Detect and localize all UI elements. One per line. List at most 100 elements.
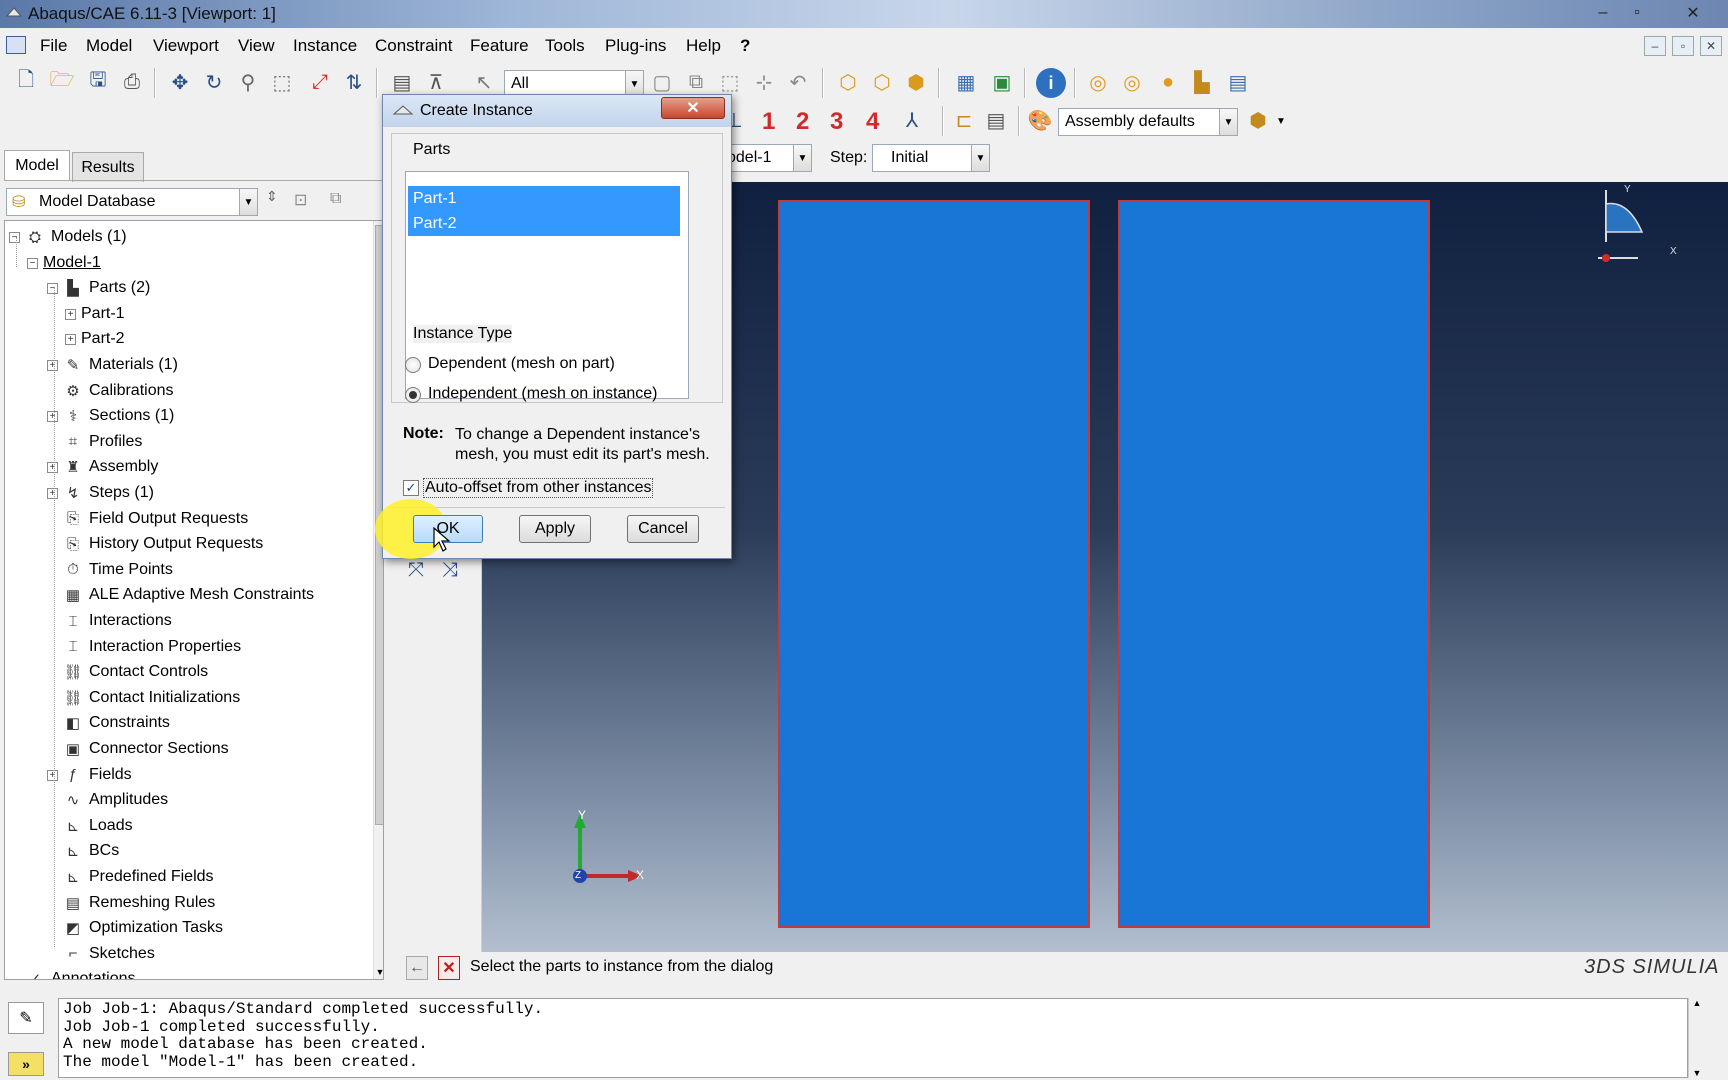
tree-item[interactable]: ✎ Materials (1) — [63, 353, 178, 377]
tree-item[interactable]: ⊾ Predefined Fields — [63, 865, 214, 889]
apply-button[interactable]: Apply — [519, 515, 591, 543]
chevron-down-icon[interactable]: ▼ — [971, 145, 989, 171]
radio-independent-label[interactable]: Independent (mesh on instance) — [428, 385, 657, 403]
tree-item[interactable]: ▦ ALE Adaptive Mesh Constraints — [63, 583, 314, 607]
dialog-close-button[interactable]: ✕ — [661, 97, 725, 119]
tree-item[interactable]: ⎘ Field Output Requests — [63, 507, 248, 531]
tree-item[interactable]: ↯ Steps (1) — [63, 481, 154, 505]
tree-item[interactable]: ⛓ Contact Controls — [63, 660, 208, 684]
menu-constraint[interactable]: Constraint — [375, 36, 452, 56]
expand-icon[interactable]: + — [47, 769, 58, 781]
expand-icon[interactable]: + — [47, 488, 58, 499]
info-icon[interactable]: i — [1036, 68, 1066, 98]
chevron-down-icon[interactable]: ▼ — [793, 145, 811, 171]
tab-model[interactable]: Model — [4, 150, 70, 180]
mdi-restore-button[interactable]: ▫ — [1672, 36, 1694, 56]
display-group-fill-icon[interactable]: ● — [1154, 68, 1182, 96]
menu-help[interactable]: Help — [686, 36, 721, 56]
menu-file[interactable]: File — [40, 36, 67, 56]
cancel-button[interactable]: Cancel — [627, 515, 699, 543]
tree-item[interactable]: ⊾ Loads — [63, 814, 133, 838]
menu-viewport[interactable]: Viewport — [153, 36, 219, 56]
tree-item[interactable]: ⌗ Profiles — [63, 430, 143, 454]
tree-item[interactable]: ⌐ Sketches — [63, 942, 155, 966]
step-select[interactable]: Initial ▼ — [872, 144, 990, 172]
tree-item[interactable]: ▤ Remeshing Rules — [63, 891, 215, 915]
attach-icon[interactable]: ⊏ — [950, 106, 978, 134]
maximize-button[interactable]: ▫ — [1622, 2, 1652, 24]
tree-item[interactable]: ✓ Annotations — [25, 967, 136, 979]
tree-item[interactable]: ⌶ Interaction Properties — [63, 635, 241, 659]
view-triad-icon[interactable]: ⅄ — [898, 106, 926, 134]
close-window-button[interactable]: ✕ — [1676, 2, 1710, 24]
part-2-instance[interactable] — [1118, 200, 1430, 928]
scroll-down-icon[interactable]: ▼ — [1689, 1068, 1705, 1078]
tree-item[interactable]: ▙ Parts (2) — [63, 276, 150, 300]
hidden-lines-icon[interactable]: ⬡ — [868, 68, 896, 96]
color-palette-icon[interactable]: 🎨 — [1026, 106, 1054, 134]
display-group-tree-icon[interactable]: ▙ — [1188, 68, 1216, 96]
rotate-instance-icon[interactable]: ⤨ — [436, 556, 464, 584]
expand-icon[interactable]: + — [65, 334, 76, 346]
tree-item[interactable]: ⎘ History Output Requests — [63, 532, 263, 556]
tree-item[interactable]: ⚙ Calibrations — [63, 379, 173, 403]
render-number-4[interactable]: 4 — [866, 108, 879, 136]
save-icon[interactable]: 🖫 — [84, 68, 112, 96]
menu-plugins[interactable]: Plug-ins — [605, 36, 666, 56]
tree-item[interactable]: ◩ Optimization Tasks — [63, 916, 223, 940]
tree-item[interactable]: Part-1 — [81, 302, 125, 326]
drag-shape-icon[interactable]: ⬚ — [716, 68, 744, 96]
parts-list-scrollbar[interactable] — [697, 171, 711, 399]
part-1-instance[interactable] — [778, 200, 1090, 928]
radio-dependent-label[interactable]: Dependent (mesh on part) — [428, 355, 615, 373]
message-area-icon[interactable]: ✎ — [8, 1002, 44, 1034]
menu-view[interactable]: View — [238, 36, 275, 56]
chevron-down-icon[interactable]: ▼ — [1219, 109, 1237, 135]
color-options-icon[interactable]: ⬢ — [1244, 106, 1272, 134]
chevron-down-icon[interactable]: ▼ — [239, 189, 257, 215]
part-list-item-2[interactable]: Part-2 — [408, 211, 680, 236]
cycle-views-icon[interactable]: ⇅ — [340, 68, 368, 96]
menu-feature[interactable]: Feature — [470, 36, 529, 56]
scroll-down-icon[interactable]: ▼ — [374, 967, 383, 977]
tree-item[interactable]: ⛓ Contact Initializations — [63, 686, 240, 710]
color-code-select[interactable]: Assembly defaults ▼ — [1058, 108, 1238, 136]
expand-icon[interactable]: + — [47, 360, 58, 371]
tree-item[interactable]: ⏱ Time Points — [63, 558, 173, 582]
expand-icon[interactable]: + — [47, 411, 58, 423]
display-group-manager-icon[interactable]: ▤ — [1224, 68, 1252, 96]
new-file-icon[interactable]: 🗋 — [12, 68, 40, 96]
render-number-3[interactable]: 3 — [830, 108, 843, 136]
menu-instance[interactable]: Instance — [293, 36, 357, 56]
pan-icon[interactable]: ✥ — [166, 68, 194, 96]
datum-display-icon[interactable]: ⊹ — [750, 68, 778, 96]
undo-icon[interactable]: ↶ — [784, 68, 812, 96]
display-group-union-icon[interactable]: ◎ — [1084, 68, 1112, 96]
tree-item[interactable]: ⊾ BCs — [63, 839, 120, 863]
scroll-up-icon[interactable]: ▲ — [1689, 998, 1705, 1008]
tree-item[interactable]: ⚕ Sections (1) — [63, 404, 174, 428]
back-arrow-icon[interactable]: ← — [406, 956, 428, 980]
message-scrollbar[interactable]: ▲ ▼ — [1688, 998, 1704, 1078]
tree-item[interactable]: ∿ Amplitudes — [63, 788, 168, 812]
mesh-display-icon[interactable]: ▦ — [952, 68, 980, 96]
command-line-icon[interactable]: » — [8, 1052, 44, 1076]
tree-item[interactable]: ♜ Assembly — [63, 455, 158, 479]
tree-filter-icon[interactable]: ⧉ — [330, 190, 341, 208]
translate-instance-icon[interactable]: ⤧ — [402, 556, 430, 584]
print-icon[interactable]: ⎙ — [118, 68, 146, 96]
collapse-icon[interactable]: − — [47, 283, 58, 295]
shaded-icon[interactable]: ⬢ — [902, 68, 930, 96]
open-folder-icon[interactable]: 🗁 — [48, 68, 76, 96]
dialog-title-bar[interactable]: Create Instance ✕ — [383, 95, 731, 127]
mdi-close-button[interactable]: ✕ — [1700, 36, 1722, 56]
selection-options-icon[interactable]: ▢ — [648, 68, 676, 96]
select-mode-icon[interactable]: ⧉ — [682, 68, 710, 96]
auto-offset-checkbox[interactable]: ✓ — [403, 480, 419, 496]
tree-item[interactable]: ⌶ Interactions — [63, 609, 171, 633]
chevron-down-icon[interactable]: ▼ — [1276, 116, 1286, 127]
display-groups-icon[interactable]: ▣ — [988, 68, 1016, 96]
database-select[interactable]: Model Database ▼ — [6, 188, 258, 216]
menu-tools[interactable]: Tools — [545, 36, 585, 56]
tree-item[interactable]: Model-1 — [43, 251, 101, 275]
